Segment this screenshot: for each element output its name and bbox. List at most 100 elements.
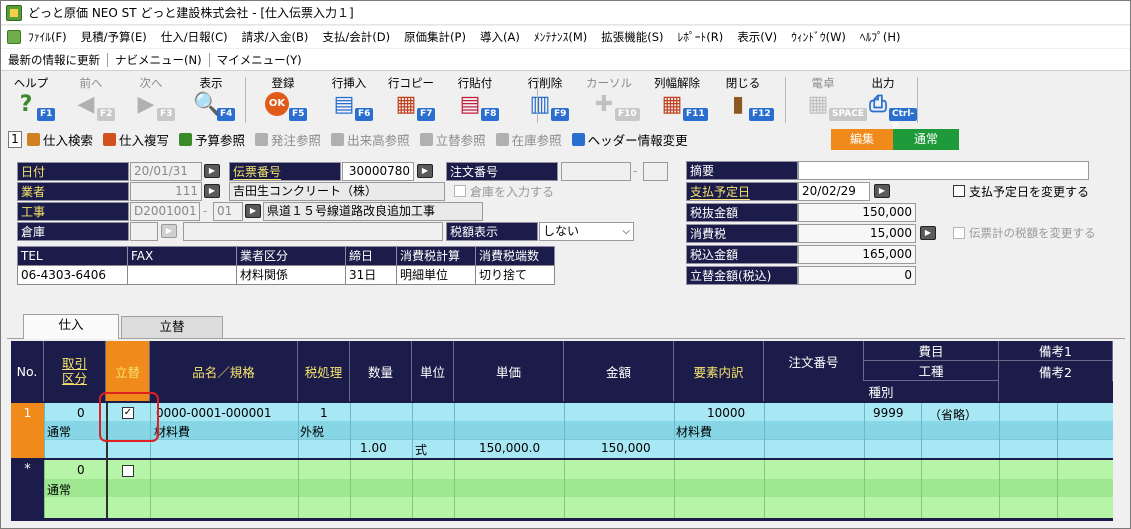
subtool-item-2[interactable]: 予算参照 xyxy=(174,130,250,149)
tax-change-checkbox[interactable] xyxy=(953,227,965,239)
toolbar-button-f12[interactable]: 閉じる ▮ F12 xyxy=(713,72,774,128)
tax-detail-button[interactable]: ▶ xyxy=(920,226,936,240)
menu-report[interactable]: ﾚﾎﾟｰﾄ(R) xyxy=(671,29,731,45)
fax-value xyxy=(127,265,237,285)
kubun-name: 通常 xyxy=(47,483,72,497)
menu-estimate[interactable]: 見積/予算(E) xyxy=(74,29,154,45)
pay-date-field[interactable]: 20/02/29 xyxy=(798,182,870,201)
tab-purchase[interactable]: 仕入 xyxy=(23,314,119,339)
subtool-item-5[interactable]: 立替参照 xyxy=(415,130,491,149)
toolbar-icon: ▦ xyxy=(807,92,829,117)
toolbar-button-f11[interactable]: 列幅解除 ▦ F11 xyxy=(647,72,708,128)
warehouse-search-button[interactable]: ▶ xyxy=(161,224,177,238)
date-picker-button[interactable]: ▶ xyxy=(204,164,220,178)
toolbar-button-ctrl-p[interactable]: 出力 ⎙ Ctrl-P xyxy=(853,72,918,132)
warehouse-name-field xyxy=(183,222,443,241)
unit-value[interactable]: 式 xyxy=(415,441,427,458)
item-code[interactable]: 0000-0001-000001 xyxy=(156,406,272,420)
toolbar-button-f10[interactable]: カーソル ✚ F10 xyxy=(579,72,640,128)
toolbar-button-f7[interactable]: 行コピー ▦ F7 xyxy=(381,72,441,128)
toolbar-icon: ▮ xyxy=(731,92,745,117)
order-number-label: 注文番号 xyxy=(446,162,558,181)
vendor-search-button[interactable]: ▶ xyxy=(204,184,220,198)
toolbar-button-f9[interactable]: 行削除 ▥ F9 xyxy=(515,72,575,128)
pay-date-change-checkbox[interactable] xyxy=(953,185,965,197)
cost-code[interactable]: 9999 xyxy=(873,406,904,420)
kubun-code[interactable]: 0 xyxy=(77,463,85,477)
work-code-field[interactable]: D2001001 xyxy=(130,202,200,221)
toolbar-button-f2[interactable]: 前へ ◀ F2 xyxy=(61,72,121,128)
edit-mode-button[interactable]: 編集 xyxy=(831,129,893,150)
amount-value[interactable]: 150,000 xyxy=(601,441,651,455)
toolbar-button-f4[interactable]: 表示 🔍 F4 xyxy=(181,72,241,128)
work-search-button[interactable]: ▶ xyxy=(245,204,261,218)
subtool-item-4[interactable]: 出来高参照 xyxy=(326,130,415,149)
category-header: 業者区分 xyxy=(236,246,346,266)
memo-field[interactable] xyxy=(798,161,1089,180)
normal-mode-button[interactable]: 通常 xyxy=(893,129,959,150)
menu-help[interactable]: ﾍﾙﾌﾟ(H) xyxy=(853,29,908,45)
menu-view[interactable]: 表示(V) xyxy=(730,29,784,45)
menu-file[interactable]: ﾌｧｲﾙ(F) xyxy=(21,29,74,45)
shortcut-key-badge: F7 xyxy=(417,108,436,121)
toolbar-button-space[interactable]: 電卓 ▦ SPACE xyxy=(793,72,867,128)
subtool-item-0[interactable]: 仕入検索 xyxy=(22,130,98,149)
vendor-code-field[interactable]: 111 xyxy=(130,182,202,201)
toolbar-button-f1[interactable]: ヘルプ? F1 xyxy=(1,72,61,128)
toolbar-icon: ▦ xyxy=(395,92,417,117)
subtool-item-1[interactable]: 仕入複写 xyxy=(98,130,174,149)
menu-extensions[interactable]: 拡張機能(S) xyxy=(594,29,670,45)
date-field[interactable]: 20/01/31 xyxy=(130,162,202,181)
order-sub-field[interactable] xyxy=(643,162,668,181)
toolbar-button-f8[interactable]: 行貼付 ▤ F8 xyxy=(445,72,505,128)
app-window: どっと原価 NEO ST どっと建設株式会社 - [仕入伝票入力１] ﾌｧｲﾙ(… xyxy=(0,0,1131,529)
qty-value[interactable]: 1.00 xyxy=(360,441,387,455)
toolbar-button-f5[interactable]: 登録 OK F5 xyxy=(253,72,313,128)
toolbar-button-f3[interactable]: 次へ ▶ F3 xyxy=(121,72,181,128)
tatekae-checkbox[interactable] xyxy=(122,465,134,477)
subtool-label: 発注参照 xyxy=(271,132,322,148)
col-kubun-header: 取引 区分 xyxy=(44,341,106,401)
menu-window[interactable]: ｳｨﾝﾄﾞｳ(W) xyxy=(784,29,853,45)
subtool-item-3[interactable]: 発注参照 xyxy=(250,130,326,149)
kubun-name: 通常 xyxy=(47,425,72,439)
menu-setup[interactable]: 導入(A) xyxy=(473,29,527,45)
table-row[interactable]: * 0 通常 xyxy=(11,460,1113,518)
warehouse-code-field[interactable] xyxy=(130,222,158,241)
subtool-item-7[interactable]: ヘッダー情報変更 xyxy=(567,130,693,149)
work-name-field: 県道１５号線道路改良追加工事 xyxy=(263,202,483,221)
work-sub-field[interactable]: 01 xyxy=(213,202,243,221)
toolbar-button-f6[interactable]: 行挿入 ▤ F6 xyxy=(319,72,379,128)
price-value[interactable]: 150,000.0 xyxy=(479,441,540,455)
menu-payment[interactable]: 支払/会計(D) xyxy=(315,29,397,45)
navi-menu-link[interactable]: ナビメニュー(N) xyxy=(108,52,210,67)
tax-round-value: 切り捨て xyxy=(475,265,555,285)
table-row[interactable]: 1 0 通常 ✓ 0000-0001-000001 材料費 1 外税 1.00 … xyxy=(11,403,1113,458)
tax-display-select[interactable]: しない ⌵ xyxy=(539,222,634,241)
my-menu-link[interactable]: マイメニュー(Y) xyxy=(210,53,309,67)
subtool-icon xyxy=(419,132,433,146)
document-icon[interactable] xyxy=(7,30,21,44)
menu-cost[interactable]: 原価集計(P) xyxy=(397,29,473,45)
kubun-code[interactable]: 0 xyxy=(77,406,85,420)
pay-date-picker-button[interactable]: ▶ xyxy=(874,184,890,198)
tax-code[interactable]: 1 xyxy=(320,406,328,420)
toolbar-icon: ▥ xyxy=(529,92,551,117)
subtool-item-6[interactable]: 在庫参照 xyxy=(491,130,567,149)
tab-advance[interactable]: 立替 xyxy=(121,316,223,338)
menu-bar: ﾌｧｲﾙ(F) 見積/予算(E) 仕入/日報(C) 請求/入金(B) 支払/会計… xyxy=(1,26,1130,48)
order-number-field[interactable] xyxy=(561,162,631,181)
warehouse-checkbox[interactable] xyxy=(454,185,466,197)
subtool-label: 在庫参照 xyxy=(511,132,562,148)
slip-number-field[interactable]: 30000780 xyxy=(342,162,414,181)
refresh-link[interactable]: 最新の情報に更新 xyxy=(1,52,108,67)
col-process-header: 工種 xyxy=(864,361,999,381)
col-note2-header: 備考2 xyxy=(999,361,1113,381)
toolbar-label: 行貼付 xyxy=(457,76,493,90)
slip-search-button[interactable]: ▶ xyxy=(417,164,433,178)
col-item-header: 品名／規格 xyxy=(150,341,298,401)
element-code[interactable]: 10000 xyxy=(707,406,745,420)
menu-purchase[interactable]: 仕入/日報(C) xyxy=(154,29,235,45)
menu-maintenance[interactable]: ﾒﾝﾃﾅﾝｽ(M) xyxy=(527,29,594,45)
menu-billing[interactable]: 請求/入金(B) xyxy=(235,29,316,45)
